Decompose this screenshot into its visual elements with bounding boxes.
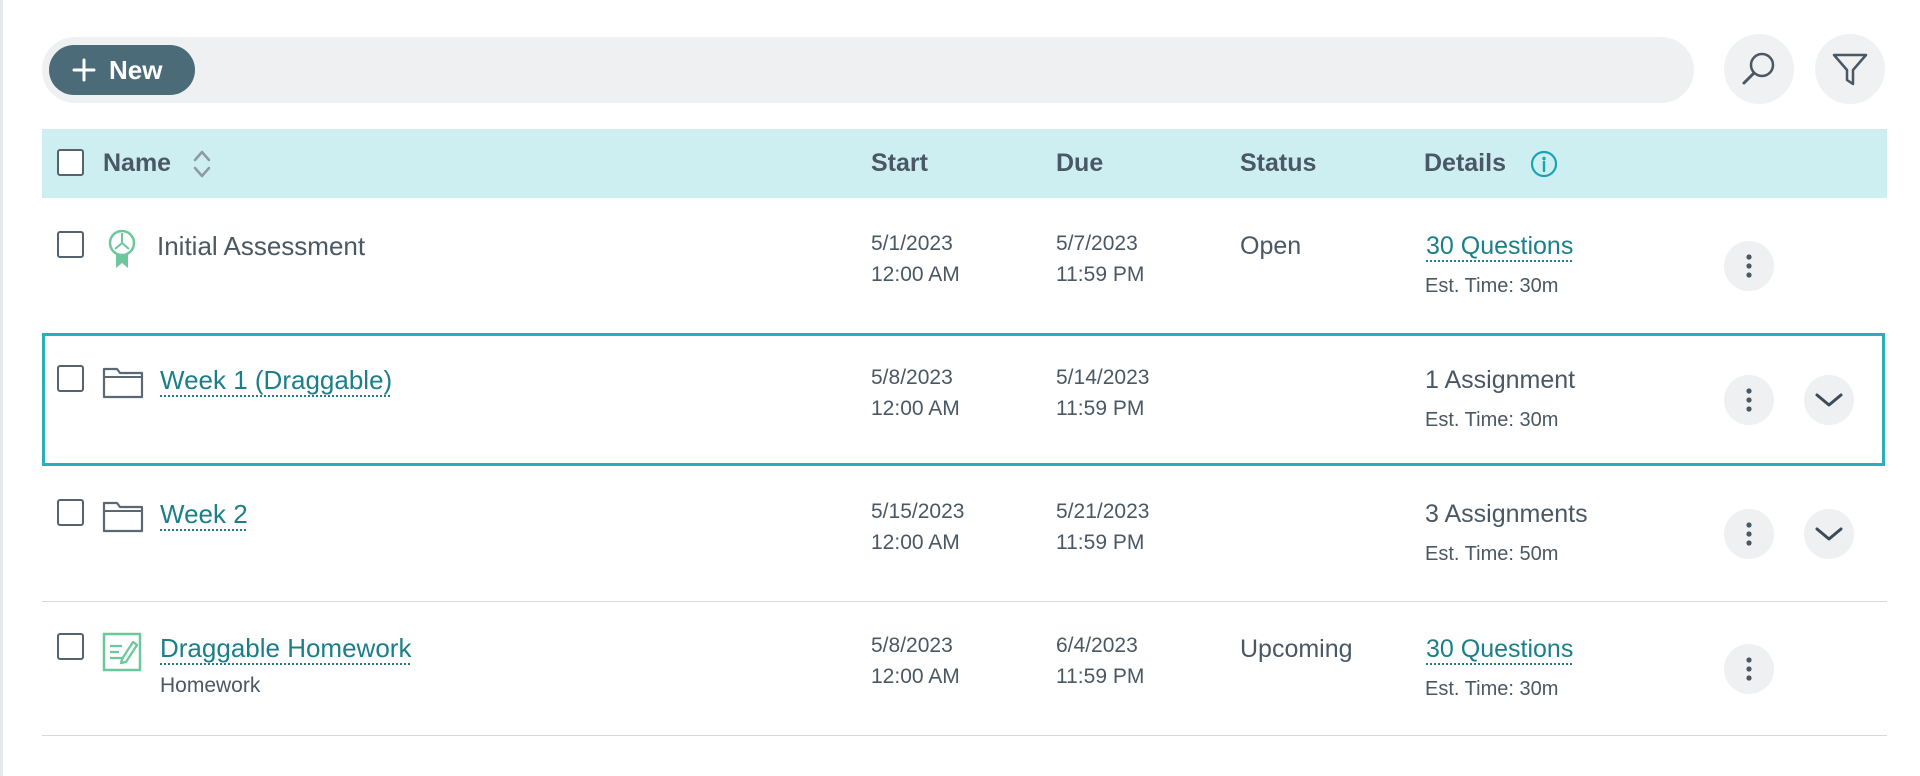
plus-icon [72,58,96,82]
column-due-label: Due [1056,149,1104,177]
due-time: 11:59 PM [1056,397,1145,420]
due-date-cell: 5/7/2023 11:59 PM [1056,228,1144,290]
assignment-type: Homework [160,674,261,697]
due-date: 5/21/2023 [1056,500,1150,523]
filter-button[interactable] [1815,34,1885,104]
search-icon [1742,52,1775,85]
column-header-due: Due [1056,129,1103,198]
row-divider [42,601,1887,602]
row-divider [42,735,1887,736]
chevron-down-icon [1815,527,1843,541]
folder-link[interactable]: Week 1 (Draggable) [160,365,392,396]
assessment-ribbon-icon [108,229,136,268]
more-vertical-icon [1746,254,1752,278]
details-link[interactable]: 30 Questions [1426,232,1573,261]
chevron-down-icon [1815,393,1843,407]
sort-icon[interactable] [191,146,213,182]
column-status-label: Status [1240,149,1317,177]
folder-link[interactable]: Week 2 [160,499,248,530]
row-checkbox[interactable] [57,231,84,258]
details-link[interactable]: 30 Questions [1426,635,1573,664]
est-time: Est. Time: 30m [1425,275,1559,297]
est-time: Est. Time: 30m [1425,409,1559,431]
start-date-cell: 5/8/2023 12:00 AM [871,362,960,424]
column-header-start: Start [871,129,928,198]
due-time: 11:59 PM [1056,531,1145,554]
expand-button[interactable] [1804,375,1854,425]
row-name: Initial Assessment [157,231,366,261]
more-vertical-icon [1746,522,1752,546]
new-button[interactable]: New [49,45,195,95]
due-date: 5/14/2023 [1056,366,1150,389]
due-time: 11:59 PM [1056,665,1145,688]
info-icon[interactable] [1530,150,1558,178]
row-checkbox[interactable] [57,633,84,660]
left-edge-divider [0,0,3,776]
due-time: 11:59 PM [1056,263,1145,286]
start-date: 5/8/2023 [871,634,953,657]
expand-button[interactable] [1804,509,1854,559]
column-header-details: Details [1424,129,1558,198]
due-date-cell: 5/21/2023 11:59 PM [1056,496,1149,558]
row-checkbox[interactable] [57,365,84,392]
column-header-status: Status [1240,129,1316,198]
due-date-cell: 6/4/2023 11:59 PM [1056,630,1144,692]
folder-icon [102,367,144,399]
est-time: Est. Time: 50m [1425,543,1559,565]
folder-icon [102,501,144,533]
due-date: 5/7/2023 [1056,232,1138,255]
status-text: Open [1240,232,1302,260]
due-date: 6/4/2023 [1056,634,1138,657]
start-date: 5/1/2023 [871,232,953,255]
column-details-label: Details [1424,149,1506,177]
selected-row-highlight [42,333,1885,466]
assignment-link[interactable]: Draggable Homework [160,633,411,664]
select-all-checkbox[interactable] [57,149,84,176]
due-date-cell: 5/14/2023 11:59 PM [1056,362,1149,424]
row-menu-button[interactable] [1724,241,1774,291]
details-text: 3 Assignments [1425,500,1588,528]
row-menu-button[interactable] [1724,375,1774,425]
start-date-cell: 5/15/2023 12:00 AM [871,496,964,558]
status-text: Upcoming [1240,635,1353,663]
new-button-label: New [109,54,163,85]
search-button[interactable] [1724,34,1794,104]
column-start-label: Start [871,149,928,177]
table-header: Name Start Due Status Details [42,129,1887,198]
start-date-cell: 5/1/2023 12:00 AM [871,228,960,290]
start-time: 12:00 AM [871,531,960,554]
toolbar [42,37,1694,103]
start-time: 12:00 AM [871,397,960,420]
est-time: Est. Time: 30m [1425,678,1559,700]
row-checkbox[interactable] [57,499,84,526]
more-vertical-icon [1746,657,1752,681]
details-text: 1 Assignment [1425,366,1576,394]
start-date: 5/8/2023 [871,366,953,389]
row-menu-button[interactable] [1724,509,1774,559]
homework-icon [102,632,142,672]
more-vertical-icon [1746,388,1752,412]
column-name-label: Name [103,149,172,177]
start-date: 5/15/2023 [871,500,965,523]
column-header-name[interactable]: Name [103,129,213,198]
start-time: 12:00 AM [871,665,960,688]
filter-icon [1832,53,1868,86]
row-menu-button[interactable] [1724,644,1774,694]
start-date-cell: 5/8/2023 12:00 AM [871,630,960,692]
start-time: 12:00 AM [871,263,960,286]
